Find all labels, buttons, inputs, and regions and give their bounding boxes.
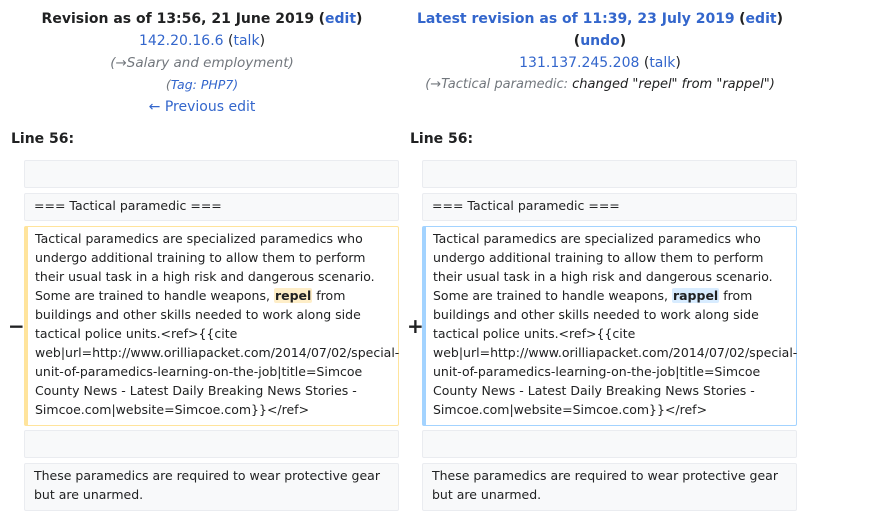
old-revision-header: Revision as of 13:56, 21 June 2019 (edit… bbox=[2, 8, 402, 118]
paren-close: ) bbox=[619, 33, 627, 49]
summary-text: changed "repel" from "rappel") bbox=[572, 77, 775, 92]
deleted-text-after: from buildings and other skills needed t… bbox=[35, 288, 400, 417]
undo-line: (undo) bbox=[400, 30, 800, 52]
added-text-after: from buildings and other skills needed t… bbox=[433, 288, 798, 417]
paren-close: ) bbox=[776, 11, 783, 27]
old-revision-title: Revision as of 13:56, 21 June 2019 (edit… bbox=[2, 8, 402, 30]
added-paragraph: Tactical paramedics are specialized para… bbox=[422, 226, 797, 426]
new-edit-link[interactable]: edit bbox=[746, 11, 777, 27]
left-context-last: These paramedics are required to wear pr… bbox=[24, 463, 399, 511]
new-revision-title: Latest revision as of 11:39, 23 July 201… bbox=[400, 8, 800, 30]
new-edit-summary: (→Tactical paramedic: changed "repel" fr… bbox=[400, 74, 800, 96]
old-edit-link[interactable]: edit bbox=[325, 11, 356, 27]
paren-close: ) bbox=[259, 33, 266, 49]
old-tag-line: (Tag: PHP7) bbox=[2, 74, 402, 96]
new-user-link[interactable]: 131.137.245.208 bbox=[519, 55, 639, 71]
new-talk-link[interactable]: talk bbox=[649, 55, 675, 71]
left-line-number: Line 56: bbox=[11, 131, 75, 147]
previous-edit-link[interactable]: ← Previous edit bbox=[149, 99, 256, 115]
new-revision-link[interactable]: Latest revision as of 11:39, 23 July 201… bbox=[417, 11, 735, 27]
right-context-heading: === Tactical paramedic === bbox=[422, 193, 797, 221]
undo-link[interactable]: undo bbox=[580, 33, 620, 49]
tag-link[interactable]: Tag bbox=[171, 77, 193, 92]
old-edit-summary: (→Salary and employment) bbox=[110, 55, 294, 71]
deleted-line-marker: − bbox=[8, 314, 25, 338]
old-talk-link[interactable]: talk bbox=[233, 33, 259, 49]
old-user-link[interactable]: 142.20.16.6 bbox=[139, 33, 224, 49]
tag-value[interactable]: : PHP7) bbox=[193, 77, 239, 92]
right-context-blank-2 bbox=[422, 430, 797, 458]
right-context-last: These paramedics are required to wear pr… bbox=[422, 463, 797, 511]
added-word: rappel bbox=[671, 288, 720, 303]
new-revision-header: Latest revision as of 11:39, 23 July 201… bbox=[400, 8, 800, 96]
old-revision-link[interactable]: Revision as of 13:56, 21 June 2019 bbox=[42, 11, 315, 27]
summary-section-link[interactable]: (→Tactical paramedic: bbox=[425, 77, 568, 92]
left-context-blank bbox=[24, 160, 399, 188]
left-context-blank-2 bbox=[24, 430, 399, 458]
old-user-line: 142.20.16.6 (talk) bbox=[2, 30, 402, 52]
paren-close: ) bbox=[356, 11, 363, 27]
right-line-number: Line 56: bbox=[410, 131, 474, 147]
right-context-blank bbox=[422, 160, 797, 188]
paren-close: ) bbox=[675, 55, 681, 71]
new-user-line: 131.137.245.208 (talk) bbox=[400, 52, 800, 74]
deleted-word: repel bbox=[273, 288, 313, 303]
left-context-heading: === Tactical paramedic === bbox=[24, 193, 399, 221]
deleted-paragraph: Tactical paramedics are specialized para… bbox=[24, 226, 399, 426]
